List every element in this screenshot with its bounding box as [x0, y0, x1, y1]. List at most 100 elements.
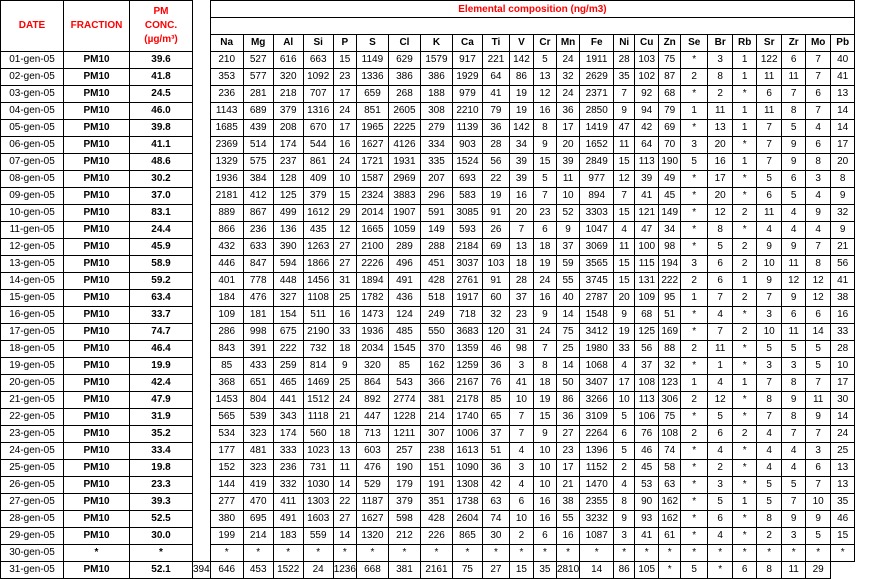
table-row: 09-gen-05 PM10 37.0 2181 412 125 379 15 2324 3883…: [0, 187, 856, 205]
value-cell: 323: [242, 459, 274, 477]
element-header-br: Br: [707, 34, 734, 52]
value-cell: 368: [209, 374, 244, 392]
value-cell: 7: [756, 408, 783, 426]
value-cell: 351: [419, 493, 453, 511]
value-cell: 1: [732, 51, 758, 69]
value-cell: 411: [272, 493, 304, 511]
value-cell: 428: [419, 510, 453, 528]
value-cell: 8: [781, 374, 807, 392]
value-cell: 14: [830, 408, 856, 426]
value-cell: 28: [481, 136, 510, 154]
value-cell: 162: [419, 357, 453, 375]
pm-concentration-cell: 39.6: [129, 51, 193, 69]
header-pm-unit: (µg/m³): [144, 34, 178, 45]
value-cell: 24: [555, 85, 581, 103]
value-cell: 174: [272, 425, 304, 443]
value-cell: 85: [387, 357, 421, 375]
value-cell: 11: [805, 391, 832, 409]
value-cell: 4: [613, 476, 636, 494]
value-cell: 439: [242, 119, 274, 137]
value-cell: 296: [419, 187, 453, 205]
value-cell: 279: [419, 119, 453, 137]
value-cell: 428: [419, 272, 453, 290]
value-cell: 2849: [579, 153, 615, 171]
value-cell: 5: [781, 340, 807, 358]
value-cell: 91: [481, 204, 510, 222]
value-cell: 4: [756, 425, 783, 443]
value-cell: 3: [680, 255, 709, 273]
value-cell: *: [419, 544, 453, 562]
value-cell: 19: [508, 85, 534, 103]
value-cell: 5: [781, 187, 807, 205]
fraction-cell: PM10: [63, 323, 130, 341]
value-cell: 16: [532, 493, 557, 511]
value-cell: 32: [830, 204, 856, 222]
value-cell: 249: [419, 306, 453, 324]
value-cell: 268: [387, 85, 421, 103]
value-cell: 4: [613, 221, 636, 239]
table-row: 07-gen-05 PM10 48.6 1329 575 237 861 24 1721 1931…: [0, 153, 856, 171]
value-cell: 3883: [387, 187, 421, 205]
value-cell: *: [680, 221, 709, 239]
value-cell: 15: [532, 153, 557, 171]
value-cell: 7: [532, 187, 557, 205]
value-cell: 10: [555, 187, 581, 205]
date-cell: 20-gen-05: [0, 374, 64, 392]
pm-concentration-cell: 58.9: [129, 255, 193, 273]
value-cell: 391: [242, 340, 274, 358]
value-cell: 39: [508, 170, 534, 188]
value-cell: 105: [634, 561, 660, 579]
value-cell: 2969: [387, 170, 421, 188]
value-cell: 115: [634, 255, 660, 273]
value-cell: 69: [658, 119, 682, 137]
value-cell: 19: [613, 323, 636, 341]
value-cell: 91: [481, 272, 510, 290]
value-cell: 1059: [387, 221, 421, 239]
value-cell: 7: [805, 374, 832, 392]
value-cell: *: [613, 544, 636, 562]
value-cell: 9: [613, 102, 636, 120]
value-cell: 28: [830, 340, 856, 358]
value-cell: 53: [634, 476, 660, 494]
value-cell: 1092: [302, 68, 334, 86]
value-cell: 1470: [579, 476, 615, 494]
value-cell: 1211: [387, 425, 421, 443]
value-cell: 35: [830, 493, 856, 511]
value-cell: 2629: [579, 68, 615, 86]
value-cell: 123: [658, 374, 682, 392]
value-cell: 1587: [355, 170, 389, 188]
value-cell: 2810: [555, 561, 581, 579]
element-header-fe: Fe: [579, 34, 615, 52]
value-cell: 69: [481, 238, 510, 256]
table-row: 24-gen-05 PM10 33.4 177 481 333 1023 13 603 257 23…: [0, 442, 856, 460]
value-cell: 9: [830, 221, 856, 239]
value-cell: 2210: [451, 102, 483, 120]
value-cell: 191: [419, 476, 453, 494]
element-header-se: Se: [680, 34, 709, 52]
value-cell: 17: [555, 119, 581, 137]
element-header-rb: Rb: [732, 34, 758, 52]
value-cell: 30: [830, 391, 856, 409]
value-cell: 8: [781, 408, 807, 426]
value-cell: 565: [209, 408, 244, 426]
value-cell: 2034: [355, 340, 389, 358]
value-cell: 41: [634, 527, 660, 545]
value-cell: 8: [756, 510, 783, 528]
value-cell: 2369: [209, 136, 244, 154]
date-cell: 23-gen-05: [0, 425, 64, 443]
date-cell: 07-gen-05: [0, 153, 64, 171]
value-cell: 10: [532, 442, 557, 460]
value-cell: 1187: [355, 493, 389, 511]
value-cell: 8: [707, 68, 734, 86]
value-cell: 31: [508, 323, 534, 341]
value-cell: 103: [634, 51, 660, 69]
value-cell: 50: [555, 374, 581, 392]
value-cell: 1473: [355, 306, 389, 324]
value-cell: 1685: [209, 119, 244, 137]
value-cell: 9: [532, 136, 557, 154]
date-cell: 22-gen-05: [0, 408, 64, 426]
pm-concentration-cell: 33.7: [129, 306, 193, 324]
value-cell: 41: [508, 374, 534, 392]
pm-concentration-cell: 59.2: [129, 272, 193, 290]
value-cell: 11: [613, 238, 636, 256]
